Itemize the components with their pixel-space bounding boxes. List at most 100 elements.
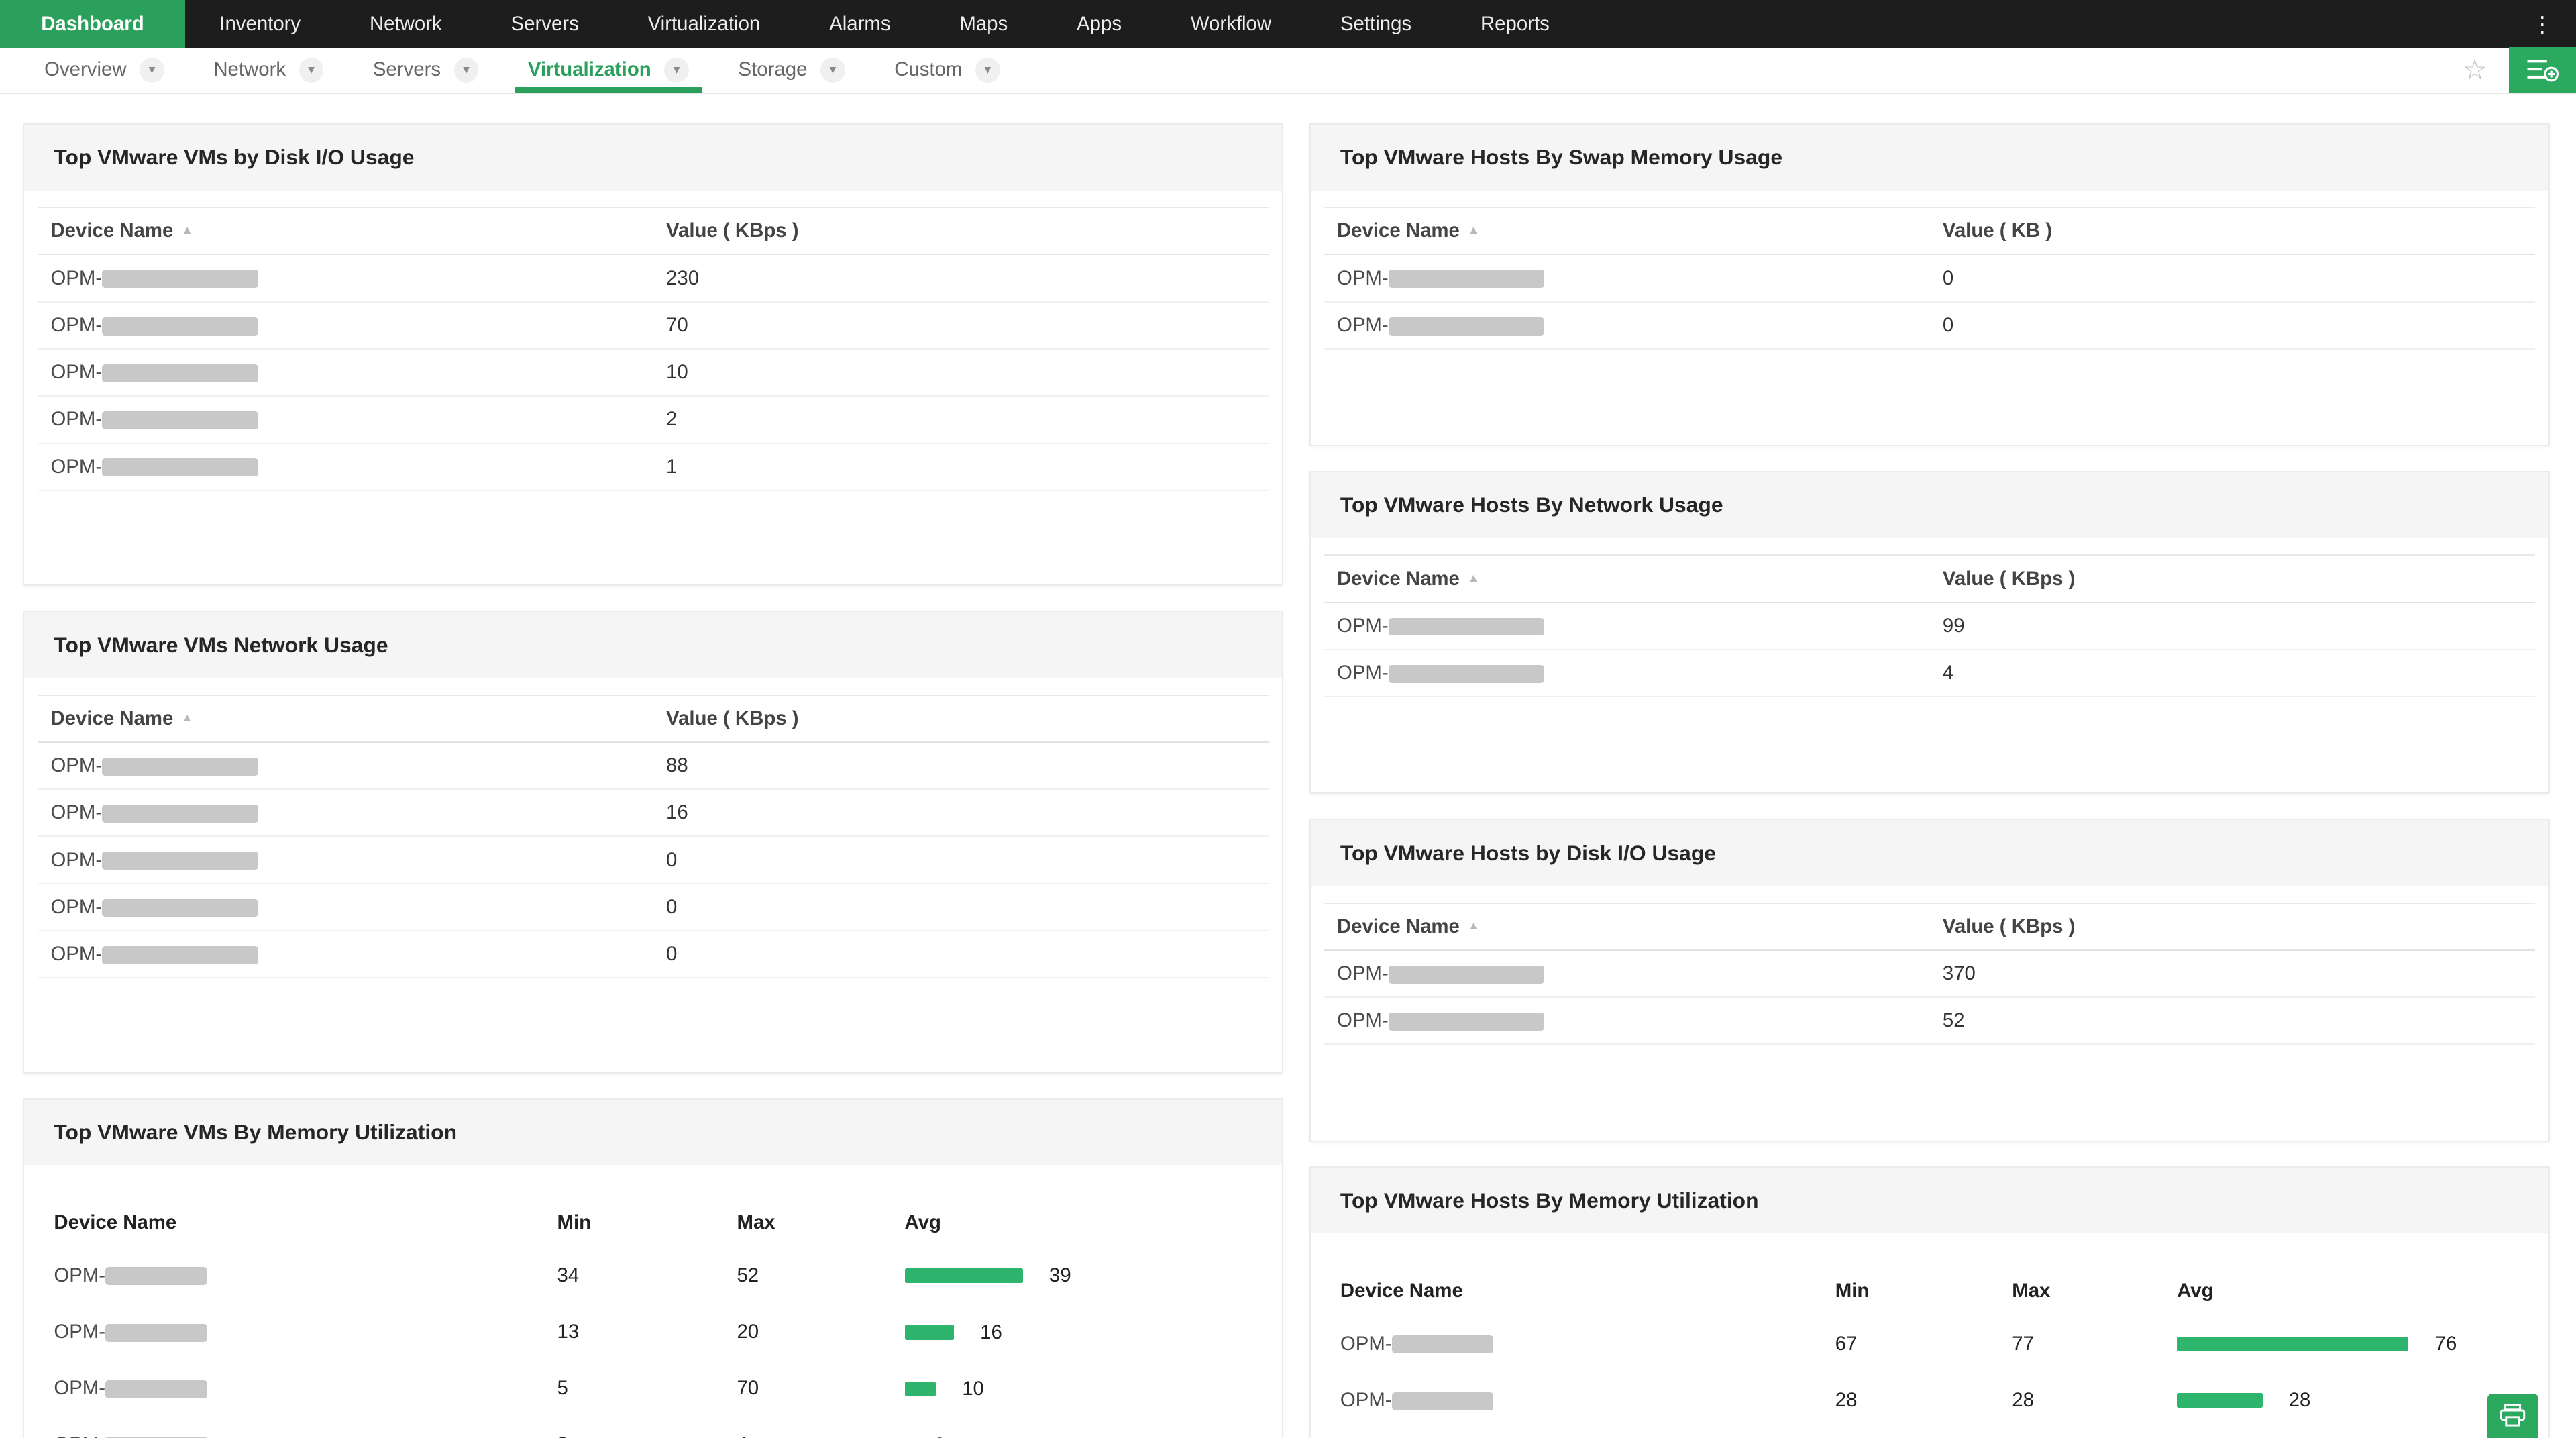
device-name-prefix: OPM-	[1336, 962, 1389, 985]
device-link[interactable]: OPM-	[54, 1321, 207, 1343]
value-cell: 4	[1929, 649, 2536, 698]
sort-icon[interactable]: ▲	[1468, 919, 1479, 932]
chevron-down-icon[interactable]: ▾	[299, 57, 324, 83]
device-link[interactable]: OPM-	[50, 408, 258, 430]
favorite-star-icon[interactable]: ☆	[2441, 56, 2509, 84]
value-cell: 230	[653, 254, 1269, 303]
chevron-down-icon[interactable]: ▾	[975, 57, 1000, 83]
right-column: Top VMware Hosts By Swap Memory Usage De…	[1309, 123, 2550, 1438]
more-menu-icon[interactable]: ⋮	[2509, 0, 2576, 48]
widget-table: Device Name ▲ Value ( KBps ) OPM- 230 OPM- 7…	[37, 207, 1269, 491]
tab-network[interactable]: Network ▾	[189, 48, 349, 93]
sort-icon[interactable]: ▲	[1468, 223, 1479, 236]
device-link[interactable]: OPM-	[50, 943, 258, 965]
min-cell: 34	[557, 1264, 580, 1286]
device-link[interactable]: OPM-	[50, 361, 258, 383]
dashboard-tab-bar: Overview ▾ Network ▾ Servers ▾ Virtualiz…	[0, 47, 2576, 94]
device-cell: OPM-	[37, 930, 653, 979]
avg-value: 10	[962, 1377, 984, 1400]
max-cell: 4	[737, 1417, 904, 1438]
redacted-device-name	[102, 852, 258, 870]
chevron-down-icon[interactable]: ▾	[664, 57, 690, 83]
nav-item-reports[interactable]: Reports	[1446, 0, 1585, 48]
widget-title: Top VMware VMs By Memory Utilization	[54, 1119, 458, 1144]
device-cell: OPM-	[1324, 949, 1930, 998]
device-link[interactable]: OPM-	[1340, 1389, 1494, 1411]
column-header-device: Device Name ▲	[1324, 554, 1930, 603]
nav-item-alarms[interactable]: Alarms	[795, 0, 925, 48]
nav-item-network[interactable]: Network	[335, 0, 477, 48]
device-link[interactable]: OPM-	[1337, 1009, 1545, 1031]
device-link[interactable]: OPM-	[1340, 1333, 1494, 1355]
nav-item-servers[interactable]: Servers	[476, 0, 613, 48]
value-cell: 0	[653, 930, 1269, 979]
device-link[interactable]: OPM-	[1337, 267, 1545, 289]
print-button[interactable]	[2487, 1393, 2538, 1438]
device-link[interactable]: OPM-	[50, 801, 258, 823]
nav-item-maps[interactable]: Maps	[925, 0, 1042, 48]
tab-virtualization[interactable]: Virtualization ▾	[503, 48, 714, 93]
device-name-prefix: OPM-	[50, 313, 103, 336]
top-navigation: Dashboard Inventory Network Servers Virt…	[0, 0, 2576, 48]
nav-item-workflow[interactable]: Workflow	[1156, 0, 1305, 48]
nav-item-settings[interactable]: Settings	[1306, 0, 1446, 48]
nav-item-virtualization[interactable]: Virtualization	[613, 0, 795, 48]
device-cell: OPM-	[37, 301, 653, 350]
dashboard-content: Top VMware VMs by Disk I/O Usage Device …	[0, 94, 2576, 1438]
device-link[interactable]: OPM-	[50, 896, 258, 918]
value-cell: 0	[1929, 254, 2536, 303]
chevron-down-icon[interactable]: ▾	[140, 57, 164, 83]
tab-overview[interactable]: Overview ▾	[19, 48, 189, 93]
min-cell: 13	[557, 1320, 580, 1343]
left-column: Top VMware VMs by Disk I/O Usage Device …	[23, 123, 1283, 1438]
column-header-value: Value ( KBps )	[1929, 554, 2536, 603]
column-header-max: Max	[737, 1211, 775, 1233]
nav-item-inventory[interactable]: Inventory	[185, 0, 335, 48]
widget-header: Top VMware Hosts By Network Usage	[1310, 472, 2548, 538]
device-link[interactable]: OPM-	[54, 1377, 207, 1399]
widget-table: Device Name Min Max Avg OPM- 34 52 39 OPM- 13…	[54, 1198, 1252, 1438]
device-link[interactable]: OPM-	[1337, 314, 1545, 336]
table-row: OPM- 0	[1324, 301, 2536, 350]
tab-storage[interactable]: Storage ▾	[714, 48, 870, 93]
device-link[interactable]: OPM-	[54, 1264, 207, 1286]
nav-item-apps[interactable]: Apps	[1042, 0, 1157, 48]
widget-header: Top VMware Hosts By Memory Utilization	[1310, 1168, 2548, 1234]
device-link[interactable]: OPM-	[50, 849, 258, 871]
device-link[interactable]: OPM-	[54, 1433, 207, 1438]
printer-icon	[2500, 1404, 2526, 1427]
widget-header: Top VMware Hosts by Disk I/O Usage	[1310, 820, 2548, 886]
device-link[interactable]: OPM-	[50, 754, 258, 776]
app-viewport: Dashboard Inventory Network Servers Virt…	[0, 0, 2576, 1438]
device-name-prefix: OPM-	[50, 361, 103, 384]
add-dashboard-button[interactable]	[2508, 47, 2576, 93]
column-header-avg: Avg	[904, 1211, 941, 1233]
value-cell: 2	[653, 396, 1269, 444]
value-cell: 88	[653, 741, 1269, 790]
redacted-device-name	[1388, 270, 1545, 289]
column-header-device: Device Name ▲	[1324, 902, 1930, 951]
avg-value: 28	[2288, 1389, 2311, 1412]
device-link[interactable]: OPM-	[1337, 615, 1545, 637]
tab-custom[interactable]: Custom ▾	[869, 48, 1024, 93]
device-link[interactable]: OPM-	[50, 267, 258, 289]
device-link[interactable]: OPM-	[1336, 962, 1545, 985]
device-link[interactable]: OPM-	[50, 314, 258, 336]
column-header-device: Device Name	[54, 1211, 177, 1233]
nav-item-dashboard[interactable]: Dashboard	[0, 0, 185, 48]
tab-servers[interactable]: Servers ▾	[348, 48, 503, 93]
column-header-min: Min	[1835, 1279, 1870, 1302]
column-header-max: Max	[2012, 1279, 2051, 1302]
sort-icon[interactable]: ▲	[1468, 571, 1479, 584]
sort-icon[interactable]: ▲	[182, 711, 193, 724]
redacted-device-name	[102, 364, 258, 382]
redacted-device-name	[1388, 617, 1545, 636]
chevron-down-icon[interactable]: ▾	[453, 57, 479, 83]
device-link[interactable]: OPM-	[1337, 662, 1545, 684]
chevron-down-icon[interactable]: ▾	[820, 57, 845, 83]
widget-card-vms-disk-io: Top VMware VMs by Disk I/O Usage Device …	[23, 123, 1283, 586]
sort-icon[interactable]: ▲	[182, 223, 193, 236]
device-name-prefix: OPM-	[50, 266, 103, 289]
device-link[interactable]: OPM-	[50, 456, 258, 478]
column-header-device: Device Name	[1340, 1279, 1463, 1302]
